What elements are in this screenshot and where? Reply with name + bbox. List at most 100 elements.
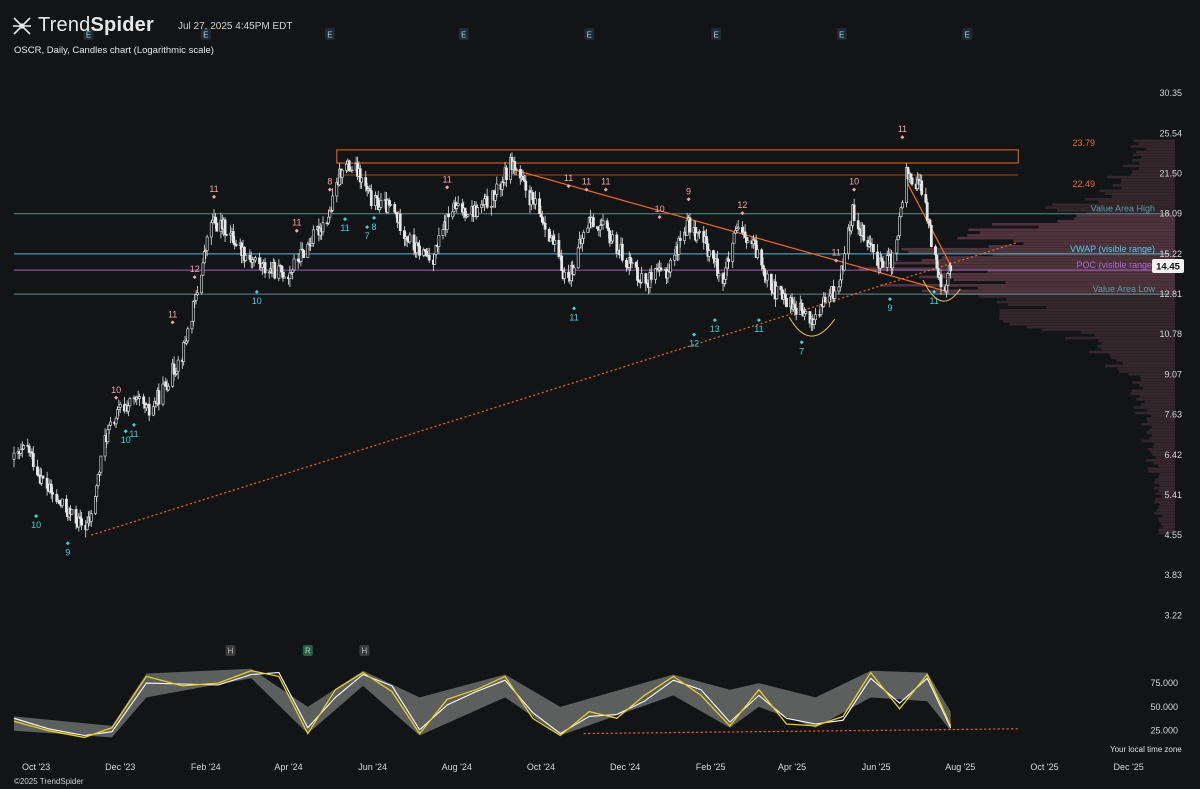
count-up-label-12: 12 xyxy=(737,200,747,210)
candle-body xyxy=(175,370,179,374)
candle-body xyxy=(935,254,939,269)
chart-canvas[interactable]: Value Area High VWAP (visible range) POC (… xyxy=(0,0,1200,789)
candle-body xyxy=(191,301,195,322)
candle-body xyxy=(60,498,64,506)
candle-body xyxy=(538,198,541,214)
profile-bar xyxy=(1153,445,1175,448)
candle-body xyxy=(260,263,264,268)
candle-body xyxy=(389,204,392,206)
candle-body xyxy=(823,296,827,303)
profile-bar xyxy=(1109,353,1175,357)
candle-body xyxy=(176,359,180,372)
spider-icon xyxy=(13,16,31,35)
profile-bar xyxy=(1158,475,1175,479)
candle-body xyxy=(929,225,933,247)
candle-body xyxy=(838,279,842,288)
profile-bar xyxy=(1009,322,1175,326)
count-down-label-6: 7 xyxy=(365,231,370,241)
candle-body xyxy=(151,406,155,416)
profile-bar xyxy=(1154,511,1175,515)
profile-bar xyxy=(980,231,1175,234)
candle-body xyxy=(282,276,286,279)
profile-bar xyxy=(1026,325,1175,329)
time-tick-5: Aug '24 xyxy=(442,762,472,772)
candle-body xyxy=(746,240,750,244)
candle-body xyxy=(116,409,119,419)
profile-bar xyxy=(1133,406,1175,409)
candle-body xyxy=(800,302,804,311)
candle-body xyxy=(360,177,364,183)
oscillator-tick-2: 25.000 xyxy=(1150,726,1178,736)
profile-bar xyxy=(953,278,1175,282)
count-down-label-11: 11 xyxy=(754,324,763,334)
oscillator-tick-0: 75.000 xyxy=(1150,678,1178,688)
candle-body xyxy=(743,231,747,238)
candle-body xyxy=(505,167,508,181)
count-down-label-8: 11 xyxy=(569,312,578,322)
candle-body xyxy=(437,235,441,247)
candle-body xyxy=(876,251,879,266)
count-down-label-9: 12 xyxy=(689,339,699,349)
candle-body xyxy=(172,363,176,375)
count-down-label-10: 13 xyxy=(710,324,720,334)
profile-bar xyxy=(1041,328,1175,332)
count-up-label-9: 11 xyxy=(601,177,610,187)
candle-body xyxy=(734,230,737,234)
profile-bar xyxy=(1139,395,1175,398)
candle-body xyxy=(521,176,525,180)
candle-body xyxy=(128,398,132,407)
candle-body xyxy=(350,169,354,172)
candle-body xyxy=(596,226,599,229)
profile-bar xyxy=(1133,153,1175,157)
brand-name-bold: Spider xyxy=(90,14,154,36)
candle-body xyxy=(215,222,219,232)
candle-body xyxy=(910,177,914,185)
time-tick-9: Apr '25 xyxy=(778,762,806,772)
candle-body xyxy=(142,396,146,404)
candle-body xyxy=(856,220,860,230)
candle-body xyxy=(804,311,808,314)
candle-body xyxy=(783,293,787,299)
candle-body xyxy=(476,207,479,217)
candle-body xyxy=(513,161,517,170)
profile-bar xyxy=(1157,464,1175,468)
profile-bar xyxy=(1155,478,1175,482)
candle-body xyxy=(534,198,537,205)
count-up-label-15: 11 xyxy=(898,124,907,134)
candle-body xyxy=(785,298,788,308)
profile-bar xyxy=(1147,467,1175,470)
candle-body xyxy=(724,267,728,280)
profile-bar xyxy=(1146,431,1175,434)
candle-body xyxy=(576,247,580,269)
profile-bar xyxy=(1154,500,1175,504)
profile-bar xyxy=(1152,434,1175,437)
candle-body xyxy=(157,390,161,405)
candle-body xyxy=(531,192,535,201)
profile-bar xyxy=(1089,350,1175,354)
count-up-label-5: 8 xyxy=(327,177,332,187)
profile-bar xyxy=(919,275,1175,279)
timezone-note[interactable]: Your local time zone xyxy=(1110,745,1182,754)
candle-body xyxy=(881,260,885,268)
profile-bar xyxy=(1162,514,1175,518)
candle-body xyxy=(939,274,943,288)
profile-bar xyxy=(1121,186,1175,190)
candle-body xyxy=(299,249,303,262)
profile-bar xyxy=(1121,178,1175,182)
count-up-label-7: 11 xyxy=(564,173,573,183)
profile-bar xyxy=(1144,400,1175,404)
candle-body xyxy=(598,225,602,231)
candle-body xyxy=(107,425,111,430)
profile-bar xyxy=(968,228,1175,232)
candle-body xyxy=(327,216,330,224)
candle-body xyxy=(194,294,198,301)
candle-body xyxy=(231,231,235,244)
candle-body xyxy=(563,271,566,279)
candle-body xyxy=(843,253,846,271)
candle-body xyxy=(182,342,186,362)
candle-body xyxy=(347,160,351,171)
candle-body xyxy=(736,227,740,229)
candle-body xyxy=(717,273,721,277)
candle-body xyxy=(895,239,899,254)
candle-body xyxy=(51,492,55,495)
